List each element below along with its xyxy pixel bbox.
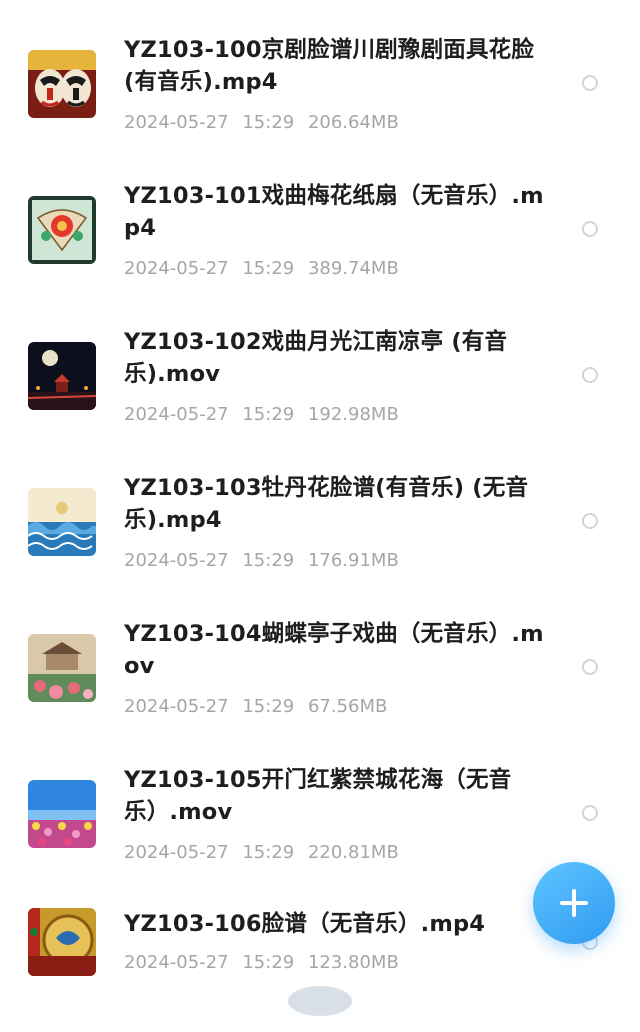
file-meta: 2024-05-27 15:29 389.74MB xyxy=(124,258,407,280)
file-meta: 2024-05-27 15:29 176.91MB xyxy=(124,550,407,572)
file-time: 15:29 xyxy=(242,696,295,717)
file-size: 389.74MB xyxy=(307,258,399,279)
file-size: 176.91MB xyxy=(307,550,399,571)
file-size: 123.80MB xyxy=(307,952,399,973)
file-time: 15:29 xyxy=(242,112,295,133)
list-item[interactable]: YZ103-102戏曲月光江南凉亭 (有音乐).mov 2024-05-27 1… xyxy=(0,302,640,448)
select-radio[interactable] xyxy=(582,75,598,91)
file-date: 2024-05-27 xyxy=(124,696,229,717)
file-meta: 2024-05-27 15:29 192.98MB xyxy=(124,404,407,426)
file-meta: 2024-05-27 15:29 206.64MB xyxy=(124,112,407,134)
file-date: 2024-05-27 xyxy=(124,952,229,973)
file-title: YZ103-100京剧脸谱川剧豫剧面具花脸 (有音乐).mp4 xyxy=(124,37,535,95)
file-date: 2024-05-27 xyxy=(124,842,229,863)
list-item[interactable]: YZ103-105开门红紫禁城花海（无音乐）.mov 2024-05-27 15… xyxy=(0,740,640,886)
file-time: 15:29 xyxy=(242,842,295,863)
mask-dragon-thumbnail xyxy=(28,908,96,976)
file-time: 15:29 xyxy=(242,550,295,571)
file-title: YZ103-102戏曲月光江南凉亭 (有音乐).mov xyxy=(124,329,508,387)
file-date: 2024-05-27 xyxy=(124,404,229,425)
file-size: 206.64MB xyxy=(307,112,399,133)
file-date: 2024-05-27 xyxy=(124,258,229,279)
file-meta: 2024-05-27 15:29 220.81MB xyxy=(124,842,407,864)
file-size: 67.56MB xyxy=(307,696,388,717)
file-date: 2024-05-27 xyxy=(124,112,229,133)
select-radio[interactable] xyxy=(582,659,598,675)
list-item[interactable]: YZ103-104蝴蝶亭子戏曲（无音乐）.mov 2024-05-27 15:2… xyxy=(0,594,640,740)
file-size: 220.81MB xyxy=(307,842,399,863)
plum-fan-thumbnail xyxy=(28,196,96,264)
select-radio[interactable] xyxy=(582,221,598,237)
file-title: YZ103-106脸谱（无音乐）.mp4 xyxy=(124,911,486,937)
moonlight-pavilion-thumbnail xyxy=(28,342,96,410)
butterfly-pavilion-thumbnail xyxy=(28,634,96,702)
file-meta: 2024-05-27 15:29 67.56MB xyxy=(124,696,395,718)
file-time: 15:29 xyxy=(242,952,295,973)
file-time: 15:29 xyxy=(242,258,295,279)
list-item[interactable]: YZ103-100京剧脸谱川剧豫剧面具花脸 (有音乐).mp4 2024-05-… xyxy=(0,10,640,156)
file-title: YZ103-105开门红紫禁城花海（无音乐）.mov xyxy=(124,767,512,825)
plus-icon xyxy=(560,889,588,917)
list-item[interactable]: YZ103-103牡丹花脸谱(有音乐) (无音乐).mp4 2024-05-27… xyxy=(0,448,640,594)
opera-mask-thumbnail xyxy=(28,50,96,118)
file-title: YZ103-103牡丹花脸谱(有音乐) (无音乐).mp4 xyxy=(124,475,529,533)
forbidden-city-flowers-thumbnail xyxy=(28,780,96,848)
peony-waves-thumbnail xyxy=(28,488,96,556)
file-size: 192.98MB xyxy=(307,404,399,425)
file-meta: 2024-05-27 15:29 123.80MB xyxy=(124,952,407,974)
file-date: 2024-05-27 xyxy=(124,550,229,571)
file-time: 15:29 xyxy=(242,404,295,425)
select-radio[interactable] xyxy=(582,367,598,383)
select-radio[interactable] xyxy=(582,513,598,529)
bottom-nav-handle[interactable] xyxy=(288,986,352,1016)
list-item[interactable]: YZ103-101戏曲梅花纸扇（无音乐）.mp4 2024-05-27 15:2… xyxy=(0,156,640,302)
file-title: YZ103-101戏曲梅花纸扇（无音乐）.mp4 xyxy=(124,183,544,241)
file-title: YZ103-104蝴蝶亭子戏曲（无音乐）.mov xyxy=(124,621,544,679)
select-radio[interactable] xyxy=(582,805,598,821)
add-button[interactable] xyxy=(533,862,615,944)
